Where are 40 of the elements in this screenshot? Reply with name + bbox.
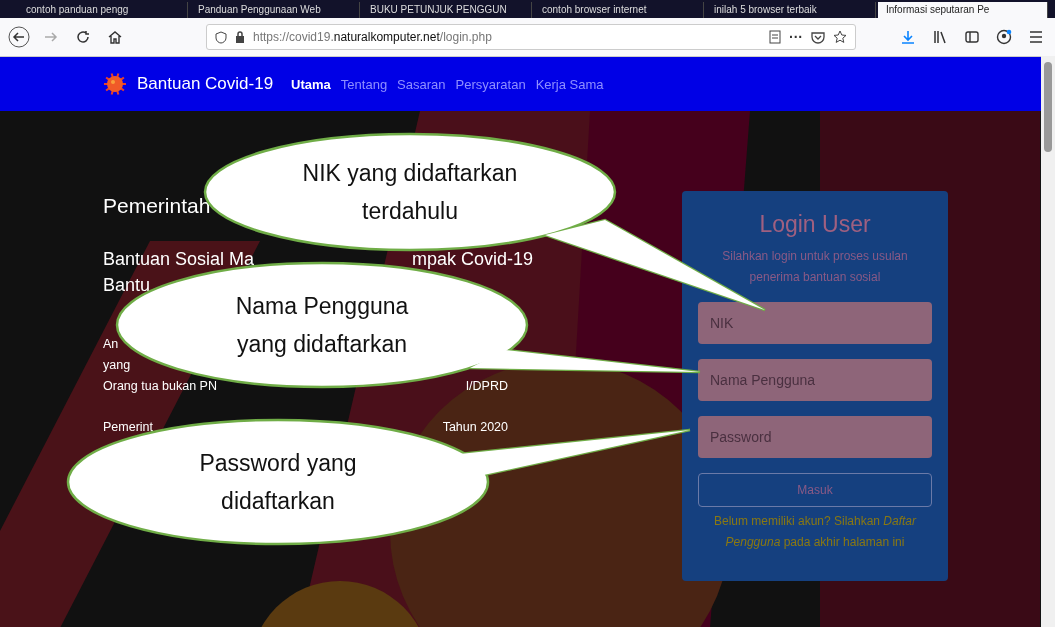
callout-text: Password yang didaftarkan: [199, 449, 357, 516]
nav-link[interactable]: Utama: [291, 76, 331, 92]
scrollbar[interactable]: [1041, 56, 1055, 627]
callout-text: Nama Pengguna yang didaftarkan: [235, 292, 409, 359]
shield-icon: [215, 30, 227, 44]
page-text: An: [103, 336, 119, 353]
page-text: I/DPRD: [465, 378, 508, 395]
page-text: Pemerint: [103, 419, 154, 436]
register-note: Belum memiliki akun? Silahkan Daftar Pengguna pada akhir halaman ini: [712, 513, 918, 551]
page-actions-button[interactable]: ···: [789, 29, 803, 45]
virus-logo-icon: [103, 72, 127, 96]
login-subtitle: Silahkan login untuk proses usulan penerima bantuan sosial: [721, 248, 909, 286]
lock-icon: [235, 31, 245, 43]
page-text: yang: [103, 357, 131, 374]
input-field[interactable]: Nama Pengguna: [698, 359, 932, 401]
site-brand[interactable]: Bantuan Covid-19: [137, 74, 274, 94]
nav-link[interactable]: Persyaratan: [455, 76, 526, 92]
back-icon[interactable]: [8, 26, 30, 48]
pocket-icon[interactable]: [811, 30, 825, 44]
star-icon[interactable]: [833, 30, 847, 44]
url-text: https://covid19.naturalkomputer.net/login.php: [253, 30, 493, 44]
page-text: Pemerintah: [103, 193, 211, 219]
nav-link[interactable]: Tentang: [340, 76, 388, 92]
page-text: Bantuan Sosial Ma: [103, 248, 255, 271]
page-text: Orang tua bukan PN: [103, 378, 217, 395]
address-bar[interactable]: https://covid19.naturalkomputer.net/login.php ···: [206, 24, 856, 50]
page-text: mpak Covid-19: [411, 248, 533, 271]
nav-link[interactable]: Sasaran: [397, 76, 446, 92]
login-title: Login User: [759, 211, 871, 238]
nav-link[interactable]: Kerja Sama: [535, 76, 604, 92]
scrollbar-thumb[interactable]: [1044, 62, 1052, 152]
input-field[interactable]: NIK: [698, 302, 932, 344]
reader-view-icon[interactable]: [769, 30, 781, 44]
input-field[interactable]: Password: [698, 416, 932, 458]
browser-tab[interactable]: Informasi seputaran Pe: [878, 2, 1048, 18]
page-text: Tahun 2020: [442, 419, 508, 436]
home-icon[interactable]: [108, 30, 122, 44]
page-text: Bantu: [103, 274, 151, 297]
callout-text: NIK yang didaftarkan terdahulu: [302, 159, 518, 226]
reload-icon[interactable]: [76, 30, 90, 44]
